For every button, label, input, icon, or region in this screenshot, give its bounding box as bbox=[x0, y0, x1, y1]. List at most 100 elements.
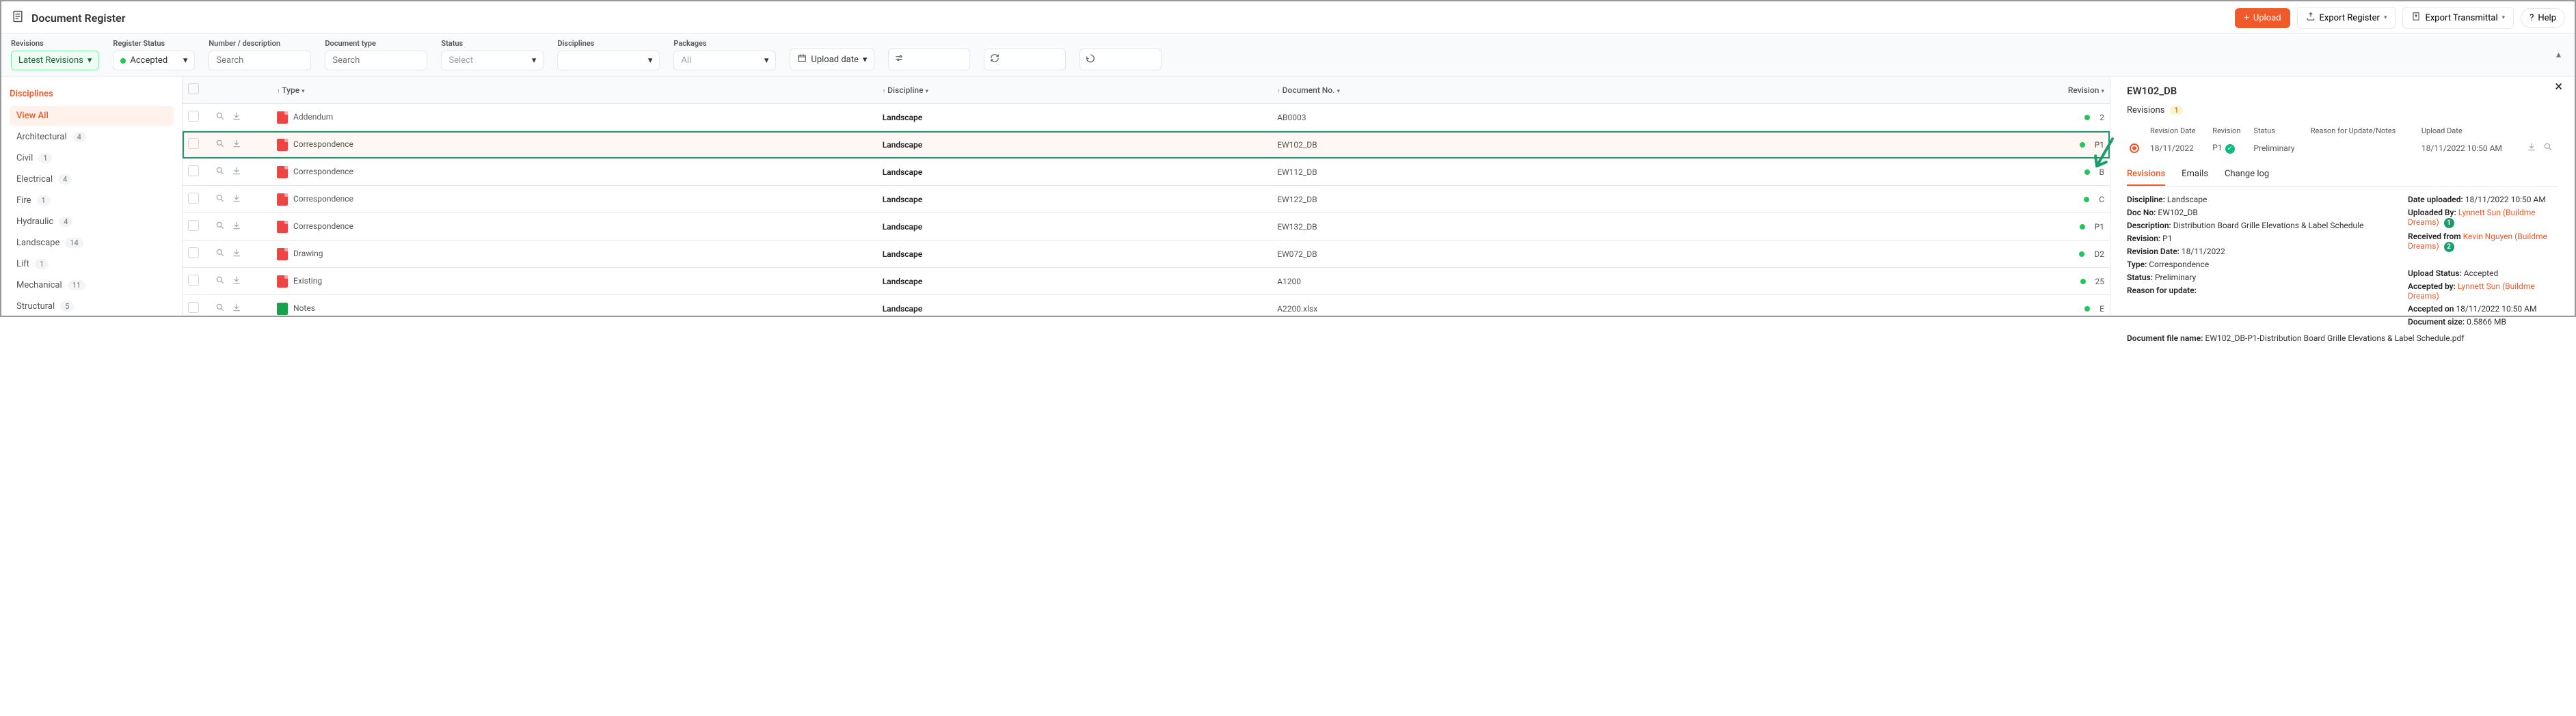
row-checkbox[interactable] bbox=[188, 165, 199, 176]
status-dot-icon bbox=[2080, 224, 2085, 230]
register-status-filter[interactable]: Accepted ▾ bbox=[113, 51, 195, 70]
table-row[interactable]: CorrespondenceLandscapeEW132_DBP1 bbox=[183, 213, 2110, 240]
document-export-icon bbox=[2411, 12, 2421, 24]
sidebar-item-architectural[interactable]: Architectural4 bbox=[10, 127, 174, 147]
sidebar-item-structural[interactable]: Structural5 bbox=[10, 297, 174, 316]
sidebar-item-civil[interactable]: Civil1 bbox=[10, 148, 174, 168]
row-checkbox[interactable] bbox=[188, 138, 199, 149]
table-row[interactable]: ExistingLandscapeA120025 bbox=[183, 268, 2110, 295]
sidebar-item-mechanical[interactable]: Mechanical11 bbox=[10, 275, 174, 295]
disciplines-sidebar: Disciplines View AllArchitectural4Civil1… bbox=[1, 77, 183, 316]
search-icon[interactable] bbox=[215, 303, 225, 314]
page-title: Document Register bbox=[31, 12, 2228, 25]
search-icon[interactable] bbox=[215, 111, 225, 123]
check-icon: ✓ bbox=[2225, 144, 2235, 154]
table-row[interactable]: AddendumLandscapeAB00032 bbox=[183, 104, 2110, 131]
export-icon bbox=[2306, 12, 2316, 24]
row-checkbox[interactable] bbox=[188, 275, 199, 286]
search-icon[interactable] bbox=[215, 221, 225, 232]
search-icon[interactable] bbox=[215, 275, 225, 287]
count-badge: 1 bbox=[37, 195, 51, 206]
pdf-file-icon bbox=[277, 248, 288, 260]
radio-selected-icon[interactable] bbox=[2130, 143, 2139, 153]
sidebar-item-fire[interactable]: Fire1 bbox=[10, 191, 174, 210]
upload-button[interactable]: + Upload bbox=[2235, 8, 2290, 28]
sidebar-item-landscape[interactable]: Landscape14 bbox=[10, 233, 174, 253]
table-row[interactable]: NotesLandscapeA2200.xlsxE bbox=[183, 295, 2110, 316]
download-icon[interactable] bbox=[232, 248, 241, 260]
disciplines-filter[interactable]: ▾ bbox=[557, 51, 660, 70]
download-icon[interactable] bbox=[232, 166, 241, 178]
sidebar-item-electrical[interactable]: Electrical4 bbox=[10, 169, 174, 189]
reset-button[interactable] bbox=[1079, 49, 1162, 70]
download-icon[interactable] bbox=[232, 221, 241, 232]
col-discipline[interactable]: ↑ Discipline ▾ bbox=[877, 77, 1272, 104]
doctype-search-input[interactable] bbox=[332, 55, 420, 66]
collapse-filters-button[interactable]: ▴ bbox=[2556, 49, 2561, 60]
download-icon[interactable] bbox=[232, 275, 241, 287]
col-revision[interactable]: Revision ▾ bbox=[1782, 77, 2110, 104]
detail-tabs: Revisions Emails Change log bbox=[2127, 163, 2558, 187]
export-register-button[interactable]: Export Register ▾ bbox=[2297, 7, 2396, 29]
col-type[interactable]: ↑ Type ▾ bbox=[271, 77, 877, 104]
sidebar-item-hydraulic[interactable]: Hydraulic4 bbox=[10, 212, 174, 232]
help-icon: ? bbox=[2530, 13, 2534, 23]
pdf-file-icon bbox=[277, 166, 288, 178]
count-badge: 11 bbox=[68, 280, 85, 290]
table-row[interactable]: DrawingLandscapeEW072_DBD2 bbox=[183, 240, 2110, 268]
chevron-down-icon: ▾ bbox=[2384, 14, 2387, 21]
row-checkbox[interactable] bbox=[188, 302, 199, 313]
tab-changelog[interactable]: Change log bbox=[2225, 163, 2269, 186]
export-transmittal-button[interactable]: Export Transmittal ▾ bbox=[2402, 7, 2514, 29]
revisions-filter[interactable]: Latest Revisions▾ bbox=[11, 51, 99, 70]
revision-row[interactable]: 18/11/2022 P1✓ Preliminary 18/11/2022 10… bbox=[2127, 138, 2558, 158]
download-icon[interactable] bbox=[232, 111, 241, 123]
download-icon[interactable] bbox=[232, 139, 241, 150]
search-icon[interactable] bbox=[2543, 142, 2553, 154]
sidebar-item-lift[interactable]: Lift1 bbox=[10, 254, 174, 274]
download-icon[interactable] bbox=[2527, 142, 2536, 154]
search-icon[interactable] bbox=[215, 139, 225, 150]
col-docno[interactable]: ↑ Document No. ▾ bbox=[1272, 77, 1782, 104]
revision-count-badge: 1 bbox=[2170, 106, 2182, 115]
tab-emails[interactable]: Emails bbox=[2182, 163, 2208, 186]
row-checkbox[interactable] bbox=[188, 247, 199, 258]
row-checkbox[interactable] bbox=[188, 111, 199, 122]
table-row[interactable]: CorrespondenceLandscapeEW122_DBC bbox=[183, 186, 2110, 213]
table-row[interactable]: CorrespondenceLandscapeEW102_DBP1 bbox=[183, 131, 2110, 159]
close-icon[interactable]: × bbox=[2555, 78, 2562, 94]
filter-label: Number / description bbox=[209, 39, 311, 48]
revisions-heading: Revisions bbox=[2127, 105, 2164, 115]
status-filter[interactable]: Select▾ bbox=[441, 51, 544, 70]
count-badge: 14 bbox=[65, 238, 83, 248]
help-button[interactable]: ? Help bbox=[2521, 8, 2565, 28]
search-icon[interactable] bbox=[215, 166, 225, 178]
filter-label: Packages bbox=[673, 39, 776, 48]
count-badge: 4 bbox=[59, 217, 72, 227]
table-row[interactable]: CorrespondenceLandscapeEW112_DBB bbox=[183, 159, 2110, 186]
search-icon[interactable] bbox=[215, 248, 225, 260]
annotation-badge: 1 bbox=[2444, 218, 2454, 228]
upload-date-filter[interactable]: Upload date ▾ bbox=[790, 49, 874, 70]
row-checkbox[interactable] bbox=[188, 193, 199, 204]
download-icon[interactable] bbox=[232, 303, 241, 314]
packages-filter[interactable]: All▾ bbox=[673, 51, 776, 70]
select-all-checkbox[interactable] bbox=[188, 83, 199, 94]
search-icon[interactable] bbox=[215, 193, 225, 205]
filter-label: Register Status bbox=[113, 39, 195, 48]
filter-settings-button[interactable] bbox=[888, 49, 970, 70]
sidebar-item-view-all[interactable]: View All bbox=[10, 106, 174, 126]
filter-label: Document type bbox=[325, 39, 427, 48]
status-dot-icon bbox=[120, 58, 126, 64]
revisions-table: Revision Date Revision Status Reason for… bbox=[2127, 124, 2558, 158]
number-search-input[interactable] bbox=[216, 55, 304, 66]
pdf-file-icon bbox=[277, 139, 288, 151]
download-icon[interactable] bbox=[232, 193, 241, 205]
status-dot-icon bbox=[2084, 306, 2090, 312]
status-dot-icon bbox=[2080, 142, 2085, 148]
xls-file-icon bbox=[277, 303, 288, 315]
refresh-button[interactable] bbox=[984, 49, 1066, 70]
count-badge: 1 bbox=[38, 153, 52, 163]
row-checkbox[interactable] bbox=[188, 220, 199, 231]
tab-revisions[interactable]: Revisions bbox=[2127, 163, 2165, 186]
